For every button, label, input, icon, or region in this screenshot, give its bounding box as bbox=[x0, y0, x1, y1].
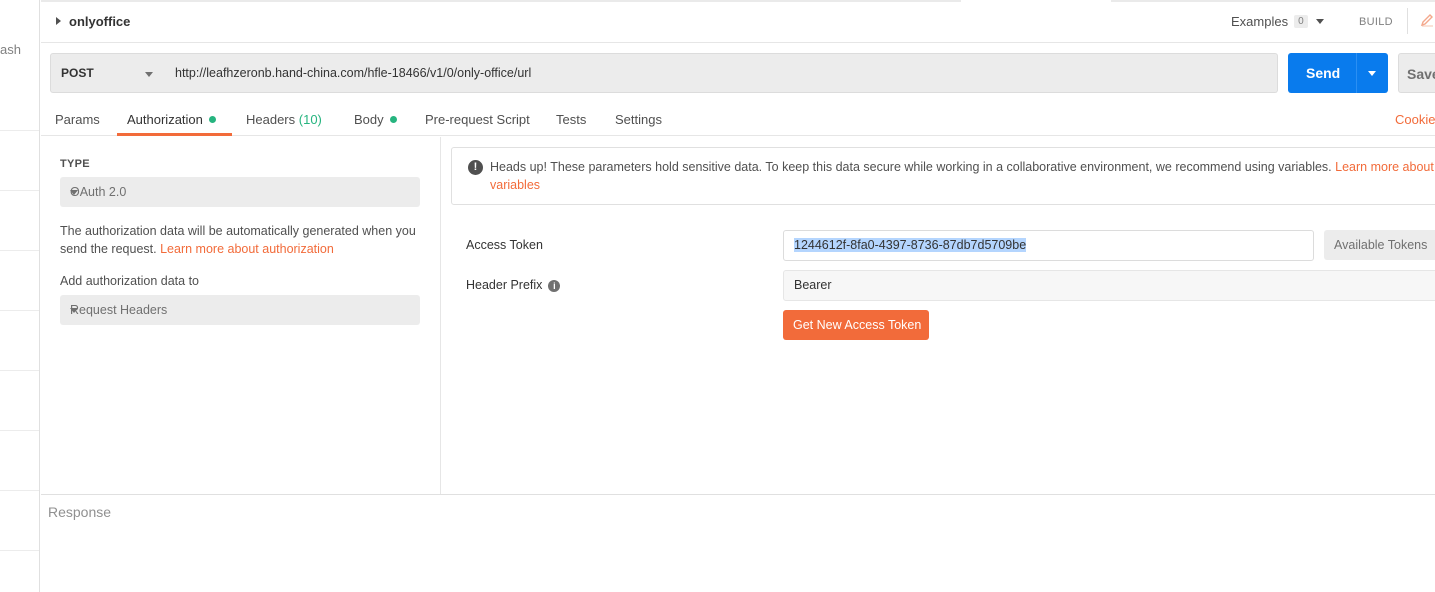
cookies-link[interactable]: Cookies bbox=[1395, 112, 1435, 127]
sidebar-strip: ash bbox=[0, 0, 40, 592]
learn-more-variables-link[interactable]: Learn more about bbox=[1335, 160, 1434, 174]
headers-count: (10) bbox=[298, 112, 322, 127]
header-prefix-label: Header Prefix i bbox=[466, 278, 561, 292]
response-label: Response bbox=[48, 504, 112, 520]
tab-settings[interactable]: Settings bbox=[615, 112, 662, 127]
available-tokens-button[interactable]: Available Tokens bbox=[1324, 230, 1435, 260]
expand-arrow-icon[interactable] bbox=[56, 17, 61, 25]
examples-count-badge: 0 bbox=[1294, 15, 1308, 28]
get-token-label: Get New Access Token bbox=[793, 318, 922, 332]
method-select[interactable]: POST bbox=[50, 53, 166, 93]
sidebar-divider bbox=[0, 550, 39, 551]
send-label: Send bbox=[1306, 65, 1341, 81]
info-icon[interactable]: i bbox=[548, 280, 561, 292]
request-tabs: Params Authorization Headers (10) Body P… bbox=[41, 103, 1435, 136]
pencil-icon[interactable] bbox=[1419, 12, 1435, 28]
method-label: POST bbox=[61, 66, 94, 80]
chevron-down-icon bbox=[1315, 19, 1324, 24]
tab-label: Body bbox=[354, 112, 384, 127]
add-auth-to-label: Add authorization data to bbox=[60, 274, 199, 288]
auth-type-value: OAuth 2.0 bbox=[70, 185, 127, 199]
tab-params[interactable]: Params bbox=[55, 112, 100, 127]
header-prefix-input[interactable]: Bearer bbox=[783, 270, 1435, 301]
tab-label: Headers bbox=[246, 112, 296, 127]
auth-description: The authorization data will be automatic… bbox=[60, 222, 420, 258]
examples-label: Examples bbox=[1231, 14, 1289, 29]
alert-icon: ! bbox=[468, 160, 483, 175]
tab-strip-edge bbox=[41, 0, 961, 2]
chevron-down-icon[interactable] bbox=[1368, 71, 1376, 76]
tab-label: Authorization bbox=[127, 112, 203, 127]
type-label: TYPE bbox=[60, 158, 90, 170]
sidebar-divider bbox=[0, 130, 39, 131]
tab-body[interactable]: Body bbox=[354, 112, 397, 127]
alert-message: Heads up! These parameters hold sensitiv… bbox=[490, 160, 1332, 174]
tab-headers[interactable]: Headers (10) bbox=[246, 112, 322, 127]
chevron-down-icon bbox=[70, 190, 78, 195]
url-input[interactable]: http://leafhzeronb.hand-china.com/hfle-1… bbox=[165, 53, 1278, 93]
examples-dropdown[interactable]: Examples 0 bbox=[1231, 14, 1324, 29]
sidebar-divider bbox=[0, 310, 39, 311]
access-token-value: 1244612f-8fa0-4397-8736-87db7d5709be bbox=[794, 238, 1027, 252]
status-dot bbox=[389, 116, 397, 123]
tab-strip-edge bbox=[1111, 0, 1435, 2]
access-token-input[interactable]: 1244612f-8fa0-4397-8736-87db7d5709be bbox=[783, 230, 1314, 261]
auth-type-select[interactable]: OAuth 2.0 bbox=[60, 177, 420, 207]
tab-pre-request-script[interactable]: Pre-request Script bbox=[425, 112, 530, 127]
get-new-access-token-button[interactable]: Get New Access Token bbox=[783, 310, 929, 340]
header-prefix-text: Header Prefix bbox=[466, 278, 543, 292]
sidebar-fragment-text: ash bbox=[0, 42, 21, 57]
sidebar-divider bbox=[0, 430, 39, 431]
build-mode-label[interactable]: BUILD bbox=[1359, 16, 1393, 28]
chevron-down-icon bbox=[145, 72, 153, 77]
add-auth-to-value: Request Headers bbox=[70, 303, 168, 317]
sidebar-divider bbox=[0, 190, 39, 191]
save-button[interactable]: Save bbox=[1398, 53, 1435, 93]
tab-tests[interactable]: Tests bbox=[556, 112, 586, 127]
access-token-label: Access Token bbox=[466, 238, 543, 252]
available-tokens-label: Available Tokens bbox=[1334, 238, 1428, 252]
tab-authorization[interactable]: Authorization bbox=[127, 112, 216, 127]
send-button[interactable]: Send bbox=[1288, 53, 1388, 93]
chevron-down-icon bbox=[70, 308, 78, 313]
url-value: http://leafhzeronb.hand-china.com/hfle-1… bbox=[175, 66, 532, 80]
collection-name[interactable]: onlyoffice bbox=[69, 14, 130, 29]
header-prefix-value: Bearer bbox=[794, 278, 832, 292]
variables-link[interactable]: variables bbox=[490, 178, 540, 192]
postman-window: ash onlyoffice Examples 0 BUILD POST htt bbox=[0, 0, 1435, 592]
request-header-bar: onlyoffice Examples 0 BUILD bbox=[41, 0, 1435, 43]
sensitive-data-alert: ! Heads up! These parameters hold sensit… bbox=[451, 147, 1435, 205]
learn-more-authorization-link[interactable]: Learn more about authorization bbox=[160, 242, 334, 256]
response-pane: Response bbox=[41, 494, 1435, 592]
alert-text: Heads up! These parameters hold sensitiv… bbox=[490, 158, 1435, 194]
add-auth-to-select[interactable]: Request Headers bbox=[60, 295, 420, 325]
save-label: Save bbox=[1407, 66, 1435, 82]
status-dot bbox=[208, 116, 216, 123]
divider bbox=[1407, 8, 1408, 34]
active-tab-indicator bbox=[117, 133, 232, 136]
sidebar-divider bbox=[0, 250, 39, 251]
divider bbox=[1356, 53, 1357, 93]
sidebar-divider bbox=[0, 370, 39, 371]
sidebar-divider bbox=[0, 490, 39, 491]
auth-config-panel: TYPE OAuth 2.0 The authorization data wi… bbox=[41, 137, 441, 494]
